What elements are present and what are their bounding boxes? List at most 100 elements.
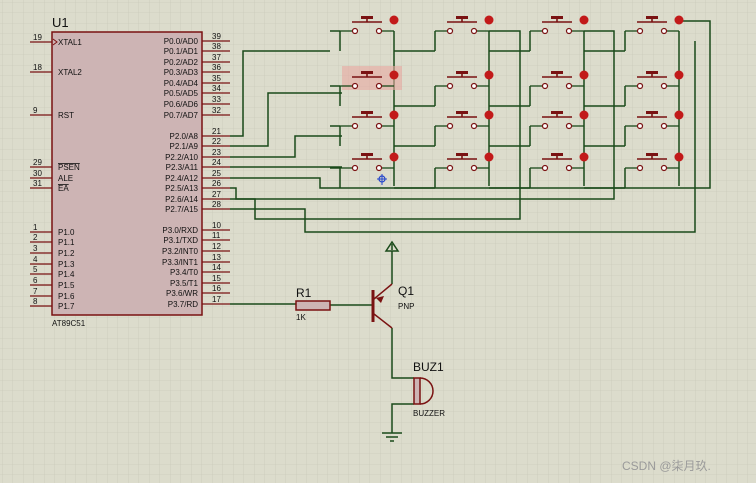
- transistor-ref: Q1: [398, 284, 414, 298]
- mcu-pin-name: P1.5: [58, 281, 75, 290]
- button-indicator-icon: [674, 70, 684, 80]
- button-contact: [660, 27, 668, 35]
- mcu-pin-name: XTAL2: [58, 68, 82, 77]
- mcu-pin-number: 19: [33, 33, 42, 42]
- mcu-at89c51[interactable]: U1 AT89C51 19XTAL118XTAL29RST29PSEN30ALE…: [30, 15, 230, 328]
- mcu-pin-number: 16: [212, 284, 221, 293]
- mcu-pin-number: 21: [212, 127, 221, 136]
- mcu-pin-number: 18: [33, 63, 42, 72]
- button-cap: [551, 111, 563, 114]
- mcu-ref: U1: [52, 15, 69, 30]
- mcu-pin-name: P2.6/A14: [165, 195, 198, 204]
- mcu-pin-name: P0.6/AD6: [164, 100, 199, 109]
- mcu-part: AT89C51: [52, 319, 86, 328]
- button-cap: [361, 71, 373, 74]
- button-indicator-icon: [674, 152, 684, 162]
- button-indicator-icon: [389, 110, 399, 120]
- mcu-pin-name: P2.7/A15: [165, 205, 198, 214]
- mcu-pin-number: 28: [212, 200, 221, 209]
- button-cap: [456, 111, 468, 114]
- mcu-pin-name: RST: [58, 111, 74, 120]
- button-contact: [351, 27, 359, 35]
- mcu-pin-number: 7: [33, 287, 38, 296]
- mcu-pin-name: EA: [58, 184, 69, 193]
- button-cap: [361, 111, 373, 114]
- button-contact: [636, 164, 644, 172]
- mcu-pin-number: 17: [212, 295, 221, 304]
- mcu-pin-name: P2.1/A9: [170, 142, 199, 151]
- mcu-pin-name: P0.7/AD7: [164, 111, 199, 120]
- mcu-pin-number: 36: [212, 63, 221, 72]
- mcu-pin-name: P1.2: [58, 249, 75, 258]
- buzzer-type: BUZZER: [413, 409, 445, 418]
- mcu-pin-number: 5: [33, 265, 38, 274]
- mcu-pin-number: 1: [33, 223, 38, 232]
- button-cap: [456, 16, 468, 19]
- button-contact: [565, 164, 573, 172]
- keypad-button[interactable]: [340, 66, 402, 90]
- mcu-pin-name: ALE: [58, 174, 73, 183]
- button-cap: [551, 16, 563, 19]
- mcu-pin-name: P2.5/A13: [165, 184, 198, 193]
- button-cap: [646, 16, 658, 19]
- button-contact: [375, 122, 383, 130]
- mcu-pin-number: 33: [212, 95, 221, 104]
- mcu-pin-number: 11: [212, 231, 221, 240]
- schematic-canvas[interactable]: U1 AT89C51 19XTAL118XTAL29RST29PSEN30ALE…: [0, 0, 756, 483]
- button-cap: [361, 153, 373, 156]
- button-contact: [351, 164, 359, 172]
- mcu-pin-name: P0.3/AD3: [164, 68, 199, 77]
- button-indicator-icon: [579, 15, 589, 25]
- button-contact: [660, 164, 668, 172]
- mcu-pin-number: 9: [33, 106, 38, 115]
- mcu-pin-name: P3.5/T1: [170, 279, 199, 288]
- resistor-ref: R1: [296, 286, 312, 300]
- button-cap: [456, 153, 468, 156]
- mcu-pin-name: P3.7/RD: [168, 300, 198, 309]
- resistor-body[interactable]: [295, 300, 331, 311]
- button-contact: [541, 27, 549, 35]
- button-contact: [636, 122, 644, 130]
- mcu-pin-name: P2.0/A8: [170, 132, 199, 141]
- mcu-pin-number: 15: [212, 274, 221, 283]
- mcu-pin-number: 27: [212, 190, 221, 199]
- mcu-pin-number: 32: [212, 106, 221, 115]
- mcu-pin-name: P2.2/A10: [165, 153, 198, 162]
- mcu-pin-number: 37: [212, 53, 221, 62]
- mcu-pin-name: P1.3: [58, 260, 75, 269]
- mcu-pin-name: XTAL1: [58, 38, 82, 47]
- mcu-pin-name: P2.4/A12: [165, 174, 198, 183]
- button-indicator-icon: [484, 15, 494, 25]
- button-contact: [351, 122, 359, 130]
- mcu-pin-number: 38: [212, 42, 221, 51]
- mcu-pin-number: 25: [212, 169, 221, 178]
- mcu-pin-name: P3.0/RXD: [162, 226, 198, 235]
- button-indicator-icon: [674, 110, 684, 120]
- mcu-pin-name: P3.4/T0: [170, 268, 199, 277]
- mcu-pin-name: P3.6/WR: [166, 289, 198, 298]
- mcu-pin-number: 3: [33, 244, 38, 253]
- button-contact: [470, 27, 478, 35]
- buzzer-ref: BUZ1: [413, 360, 444, 374]
- resistor-value: 1K: [296, 313, 306, 322]
- button-cap: [551, 71, 563, 74]
- button-contact: [660, 122, 668, 130]
- button-indicator-icon: [484, 70, 494, 80]
- mcu-pin-name: P0.1/AD1: [164, 47, 199, 56]
- button-contact: [470, 122, 478, 130]
- mcu-pin-name: P0.0/AD0: [164, 37, 199, 46]
- mcu-pin-number: 6: [33, 276, 38, 285]
- button-indicator-icon: [674, 15, 684, 25]
- mcu-pin-number: 24: [212, 158, 221, 167]
- mcu-pin-number: 14: [212, 263, 221, 272]
- transistor-type: PNP: [398, 302, 414, 311]
- mcu-pin-name: P2.3/A11: [166, 163, 199, 172]
- button-contact: [541, 82, 549, 90]
- mcu-pin-number: 34: [212, 84, 221, 93]
- button-contact: [446, 122, 454, 130]
- mcu-pin-name: P0.4/AD4: [164, 79, 199, 88]
- button-contact: [470, 164, 478, 172]
- mcu-pin-name: PSEN: [58, 163, 80, 172]
- mcu-pin-number: 26: [212, 179, 221, 188]
- button-contact: [375, 82, 383, 90]
